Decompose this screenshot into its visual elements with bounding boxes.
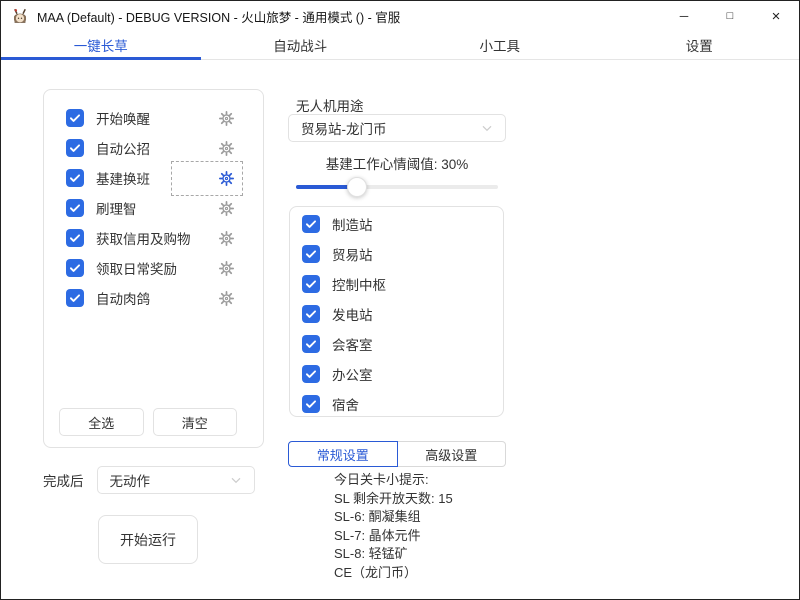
- facility-label: 制造站: [332, 214, 373, 234]
- slider-thumb[interactable]: [347, 177, 367, 197]
- mood-threshold-label: 基建工作心情阈值: 30%: [288, 153, 506, 173]
- facility-row: 贸易站: [290, 239, 503, 269]
- facility-checkbox-checked[interactable]: [302, 215, 320, 233]
- maximize-button[interactable]: □: [707, 1, 753, 31]
- gear-icon[interactable]: [218, 290, 235, 307]
- task-label: 刷理智: [96, 198, 137, 218]
- minimize-icon: ─: [680, 9, 689, 23]
- close-button[interactable]: ×: [753, 1, 799, 31]
- task-row: 自动公招: [44, 133, 263, 163]
- facility-checkbox-checked[interactable]: [302, 275, 320, 293]
- stage-tips: 今日关卡小提示:SL 剩余开放天数: 15SL-6: 酮凝集组SL-7: 晶体元…: [334, 471, 453, 582]
- task-checkbox-checked[interactable]: [66, 259, 84, 277]
- tip-line: SL-8: 轻锰矿: [334, 545, 453, 564]
- task-label: 获取信用及购物: [96, 228, 191, 248]
- tab-1[interactable]: 自动战斗: [201, 31, 401, 59]
- gear-icon[interactable]: [218, 140, 235, 157]
- maximize-icon: □: [727, 10, 734, 22]
- task-list: 开始唤醒 自动公招: [44, 90, 263, 313]
- after-completion-value: 无动作: [110, 470, 151, 490]
- app-logo-icon: [11, 7, 29, 25]
- task-checkbox-checked[interactable]: [66, 199, 84, 217]
- task-checkbox-checked[interactable]: [66, 139, 84, 157]
- gear-icon[interactable]: [218, 260, 235, 277]
- facility-label: 发电站: [332, 304, 373, 324]
- gear-icon[interactable]: [218, 230, 235, 247]
- tip-line: SL 剩余开放天数: 15: [334, 490, 453, 509]
- drone-usage-dropdown[interactable]: 贸易站-龙门币: [288, 114, 506, 142]
- facility-row: 制造站: [290, 209, 503, 239]
- task-checkbox-checked[interactable]: [66, 169, 84, 187]
- facility-row: 会客室: [290, 329, 503, 359]
- task-row: 领取日常奖励: [44, 253, 263, 283]
- settings-tab-1[interactable]: 高级设置: [398, 441, 507, 467]
- gear-icon[interactable]: [218, 110, 235, 127]
- tip-line: CE（龙门币）: [334, 564, 453, 583]
- facility-checkbox-checked[interactable]: [302, 305, 320, 323]
- drone-usage-value: 贸易站-龙门币: [301, 118, 387, 138]
- title-bar: MAA (Default) - DEBUG VERSION - 火山旅梦 - 通…: [1, 1, 799, 31]
- after-completion-dropdown[interactable]: 无动作: [97, 466, 255, 494]
- after-completion-row: 完成后 无动作: [43, 466, 255, 494]
- facility-row: 发电站: [290, 299, 503, 329]
- task-label: 自动公招: [96, 138, 150, 158]
- tab-2[interactable]: 小工具: [400, 31, 600, 59]
- task-label: 自动肉鸽: [96, 288, 150, 308]
- gear-icon[interactable]: [218, 200, 235, 217]
- window-controls: ─ □ ×: [661, 1, 799, 31]
- chevron-down-icon: [479, 120, 495, 136]
- task-row: 基建换班: [44, 163, 263, 193]
- settings-tab-0[interactable]: 常规设置: [288, 441, 398, 467]
- facility-label: 控制中枢: [332, 274, 386, 294]
- task-row: 刷理智: [44, 193, 263, 223]
- tab-3[interactable]: 设置: [600, 31, 800, 59]
- facility-checkbox-checked[interactable]: [302, 395, 320, 413]
- facility-label: 贸易站: [332, 244, 373, 264]
- start-run-button[interactable]: 开始运行: [98, 515, 198, 564]
- tab-0[interactable]: 一键长草: [1, 31, 201, 59]
- task-checkbox-checked[interactable]: [66, 229, 84, 247]
- task-row: 自动肉鸽: [44, 283, 263, 313]
- drone-usage-label: 无人机用途: [296, 95, 364, 115]
- minimize-button[interactable]: ─: [661, 1, 707, 31]
- facility-checkbox-checked[interactable]: [302, 365, 320, 383]
- facility-checkbox-checked[interactable]: [302, 245, 320, 263]
- task-row: 获取信用及购物: [44, 223, 263, 253]
- task-checkbox-checked[interactable]: [66, 289, 84, 307]
- chevron-down-icon: [228, 472, 244, 488]
- task-list-actions: 全选 清空: [59, 408, 237, 436]
- task-list-card: 开始唤醒 自动公招: [43, 89, 264, 448]
- task-checkbox-checked[interactable]: [66, 109, 84, 127]
- task-label: 基建换班: [96, 168, 150, 188]
- task-row: 开始唤醒: [44, 103, 263, 133]
- mood-threshold-slider[interactable]: [296, 177, 498, 197]
- facility-label: 办公室: [332, 364, 373, 384]
- tip-line: SL-7: 晶体元件: [334, 527, 453, 546]
- clear-button[interactable]: 清空: [153, 408, 238, 436]
- after-completion-label: 完成后: [43, 470, 84, 490]
- maa-window: { "colors": { "accent": "#2a5ad5", "chec…: [0, 0, 800, 600]
- tip-line: SL-6: 酮凝集组: [334, 508, 453, 527]
- task-label: 开始唤醒: [96, 108, 150, 128]
- main-tab-bar: 一键长草自动战斗小工具设置: [1, 31, 799, 60]
- gear-icon[interactable]: [218, 170, 235, 187]
- facility-list-card: 制造站 贸易站 控制中枢 发电站 会客室 办公室 宿舍: [289, 206, 504, 417]
- facility-row: 控制中枢: [290, 269, 503, 299]
- settings-mode-toggle: 常规设置高级设置: [288, 441, 506, 467]
- select-all-button[interactable]: 全选: [59, 408, 144, 436]
- facility-row: 办公室: [290, 359, 503, 389]
- tip-line: 今日关卡小提示:: [334, 471, 453, 490]
- facility-label: 会客室: [332, 334, 373, 354]
- facility-label: 宿舍: [332, 394, 359, 414]
- window-title: MAA (Default) - DEBUG VERSION - 火山旅梦 - 通…: [37, 7, 400, 26]
- facility-row: 宿舍: [290, 389, 503, 419]
- facility-checkbox-checked[interactable]: [302, 335, 320, 353]
- task-label: 领取日常奖励: [96, 258, 177, 278]
- close-icon: ×: [772, 8, 781, 25]
